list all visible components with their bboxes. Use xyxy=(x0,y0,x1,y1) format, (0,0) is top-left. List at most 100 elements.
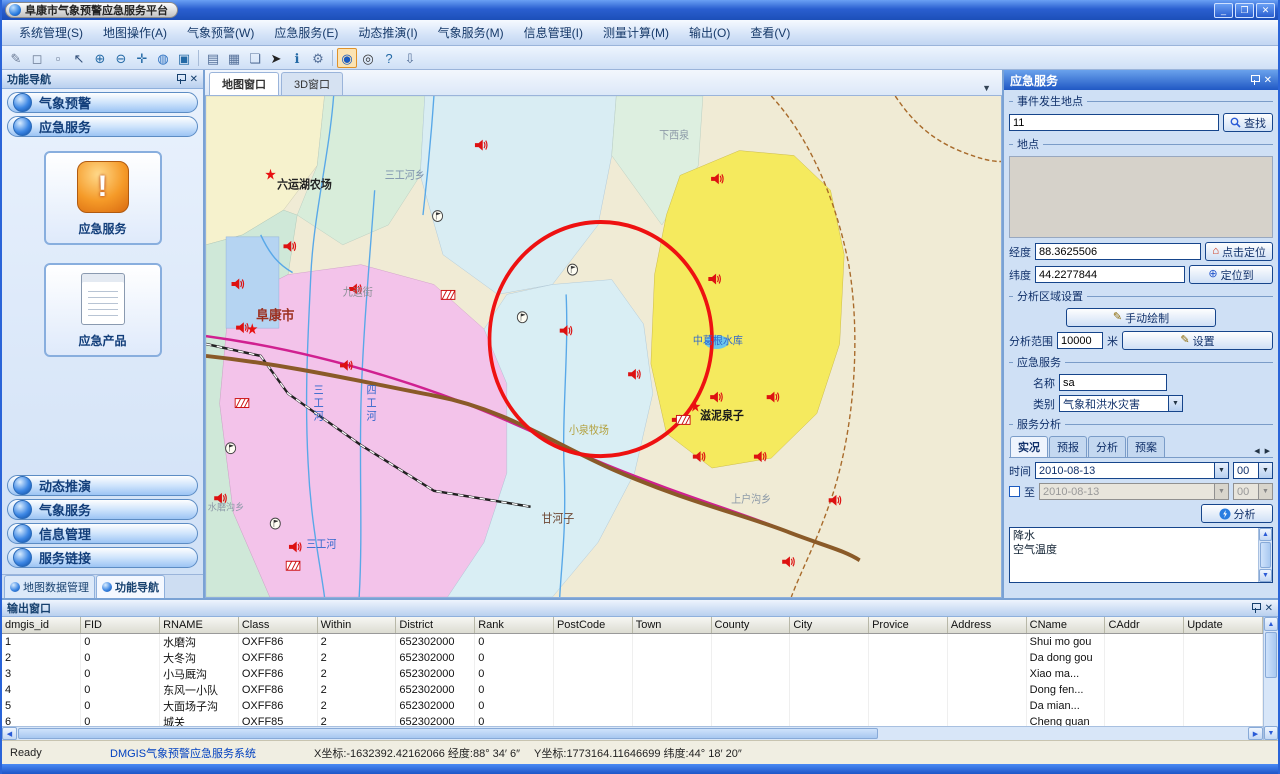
zoom-in-icon[interactable]: ⊕ xyxy=(90,48,110,68)
pin-icon[interactable] xyxy=(176,74,185,84)
hour-to-combo[interactable]: 00 ▼ xyxy=(1233,483,1273,500)
menu-emergency-service[interactable]: 应急服务(E) xyxy=(265,20,347,45)
scroll-down-icon[interactable]: ▼ xyxy=(1264,726,1278,740)
tab-map-data-management[interactable]: 地图数据管理 xyxy=(4,575,95,598)
export-icon[interactable]: ⇩ xyxy=(400,48,420,68)
range-set-button[interactable]: ✎ 设置 xyxy=(1122,331,1273,350)
map-view[interactable]: ★★★六运湖农场三工河乡下西泉阜康市九运街中葛根水库滋泥泉子小泉牧场上户沟乡三工… xyxy=(205,96,1002,598)
emergency-service-button[interactable]: 应急服务 xyxy=(7,116,198,137)
table-row[interactable]: 60城关OXFF8526523020000Cheng guan xyxy=(2,714,1263,727)
menu-weather-warning[interactable]: 气象预警(W) xyxy=(178,20,263,45)
tab-3d-window[interactable]: 3D窗口 xyxy=(281,72,343,95)
event-location-input[interactable] xyxy=(1009,114,1219,131)
flag-marker-icon[interactable] xyxy=(567,264,577,275)
tab-live[interactable]: 实况 xyxy=(1010,436,1048,457)
pan-icon[interactable]: ✛ xyxy=(132,48,152,68)
table-row[interactable]: 40东风一小队OXFF8626523020000Dong fen... xyxy=(2,682,1263,698)
pin-icon[interactable] xyxy=(1251,603,1260,613)
zoom-out-icon[interactable]: ⊖ xyxy=(111,48,131,68)
menu-info-management[interactable]: 信息管理(I) xyxy=(515,20,592,45)
column-header[interactable]: FID xyxy=(81,617,160,633)
chevron-down-icon[interactable]: ▼ xyxy=(1214,463,1228,478)
column-header[interactable]: CAddr xyxy=(1105,617,1184,633)
place-listbox[interactable] xyxy=(1009,156,1273,238)
pointer-icon[interactable]: ↖ xyxy=(69,48,89,68)
emergency-service-tile[interactable]: 应急服务 xyxy=(44,151,162,245)
chevron-down-icon[interactable]: ▼ xyxy=(1214,484,1228,499)
click-locate-button[interactable]: ⌂ 点击定位 xyxy=(1205,242,1273,261)
tab-plan[interactable]: 预案 xyxy=(1127,436,1165,457)
service-links-button[interactable]: 服务链接 xyxy=(7,547,198,568)
column-header[interactable]: Address xyxy=(947,617,1026,633)
element-listbox[interactable]: 降水空气温度 ▲ ▼ xyxy=(1009,527,1273,583)
column-header[interactable]: District xyxy=(396,617,475,633)
scroll-thumb[interactable] xyxy=(1265,632,1277,678)
marquee-icon[interactable]: ▫ xyxy=(48,48,68,68)
chevron-down-icon[interactable]: ▼ xyxy=(975,81,998,95)
latitude-input[interactable] xyxy=(1035,266,1185,283)
find-button[interactable]: 查找 xyxy=(1223,113,1273,132)
select-arrow-icon[interactable]: ➤ xyxy=(266,48,286,68)
column-header[interactable]: PostCode xyxy=(553,617,632,633)
table-row[interactable]: 20大冬沟OXFF8626523020000Da dong gou xyxy=(2,650,1263,666)
hour-from-combo[interactable]: 00 ▼ xyxy=(1233,462,1273,479)
table-row[interactable]: 10水磨沟OXFF8626523020000Shui mo gou xyxy=(2,633,1263,650)
dam-marker-icon[interactable] xyxy=(676,415,690,424)
globe-tool-icon[interactable]: ◉ xyxy=(337,48,357,68)
vertical-scrollbar[interactable]: ▲ ▼ xyxy=(1263,617,1278,740)
analysis-range-input[interactable] xyxy=(1057,332,1103,349)
column-header[interactable]: Within xyxy=(317,617,396,633)
longitude-input[interactable] xyxy=(1035,243,1201,260)
column-header[interactable]: Provice xyxy=(869,617,948,633)
close-icon[interactable]: ✕ xyxy=(1265,603,1273,614)
close-button[interactable]: ✕ xyxy=(1256,3,1275,18)
scroll-down-icon[interactable]: ▼ xyxy=(1259,569,1272,582)
star-marker-icon[interactable]: ★ xyxy=(246,322,258,339)
column-header[interactable]: Class xyxy=(238,617,317,633)
pin-icon[interactable] xyxy=(1250,75,1259,85)
chevron-down-icon[interactable]: ▼ xyxy=(1168,396,1182,411)
emergency-product-tile[interactable]: 应急产品 xyxy=(44,263,162,357)
horizontal-scrollbar[interactable]: ◀ ▶ xyxy=(2,726,1263,740)
flag-marker-icon[interactable] xyxy=(517,312,527,323)
flag-marker-icon[interactable] xyxy=(270,518,280,529)
scroll-up-icon[interactable]: ▲ xyxy=(1264,617,1278,631)
list-item[interactable]: 空气温度 xyxy=(1013,543,1255,557)
tab-scroll-right-icon[interactable]: ▶ xyxy=(1263,445,1272,457)
tab-scroll-left-icon[interactable]: ◀ xyxy=(1252,445,1261,457)
select-rect-icon[interactable]: ◻ xyxy=(27,48,47,68)
menu-measure-calc[interactable]: 测量计算(M) xyxy=(594,20,678,45)
service-class-combo[interactable]: 气象和洪水灾害 ▼ xyxy=(1059,395,1183,412)
chevron-down-icon[interactable]: ▼ xyxy=(1258,484,1272,499)
edit-tool-icon[interactable]: ✎ xyxy=(6,48,26,68)
tab-map-window[interactable]: 地图窗口 xyxy=(209,72,279,95)
list-item[interactable]: 降水 xyxy=(1013,529,1255,543)
tab-analysis[interactable]: 分析 xyxy=(1088,436,1126,457)
table-row[interactable]: 30小马厩沟OXFF8626523020000Xiao ma... xyxy=(2,666,1263,682)
help-icon[interactable]: ? xyxy=(379,48,399,68)
menu-output[interactable]: 输出(O) xyxy=(680,20,739,45)
date-from-combo[interactable]: 2010-08-13 ▼ xyxy=(1035,462,1229,479)
menu-system-management[interactable]: 系统管理(S) xyxy=(10,20,92,45)
close-icon[interactable]: ✕ xyxy=(1264,75,1272,86)
tab-forecast[interactable]: 预报 xyxy=(1049,436,1087,457)
full-extent-icon[interactable]: ◍ xyxy=(153,48,173,68)
layers-icon[interactable]: ▤ xyxy=(203,48,223,68)
column-header[interactable]: CName xyxy=(1026,617,1105,633)
scroll-up-icon[interactable]: ▲ xyxy=(1259,528,1272,541)
restore-button[interactable]: ❐ xyxy=(1235,3,1254,18)
print-icon[interactable]: ❏ xyxy=(245,48,265,68)
minimize-button[interactable]: _ xyxy=(1214,3,1233,18)
column-header[interactable]: RNAME xyxy=(160,617,239,633)
tab-function-navigation[interactable]: 功能导航 xyxy=(96,575,165,598)
locate-to-button[interactable]: ⊕ 定位到 xyxy=(1189,265,1273,284)
date-to-combo[interactable]: 2010-08-13 ▼ xyxy=(1039,483,1229,500)
list-scrollbar[interactable]: ▲ ▼ xyxy=(1258,528,1272,582)
gear-icon[interactable]: ⚙ xyxy=(308,48,328,68)
column-header[interactable]: City xyxy=(790,617,869,633)
weather-service-button[interactable]: 气象服务 xyxy=(7,499,198,520)
column-header[interactable]: Town xyxy=(632,617,711,633)
column-header[interactable]: County xyxy=(711,617,790,633)
dam-marker-icon[interactable] xyxy=(235,399,249,408)
close-icon[interactable]: ✕ xyxy=(190,74,198,85)
